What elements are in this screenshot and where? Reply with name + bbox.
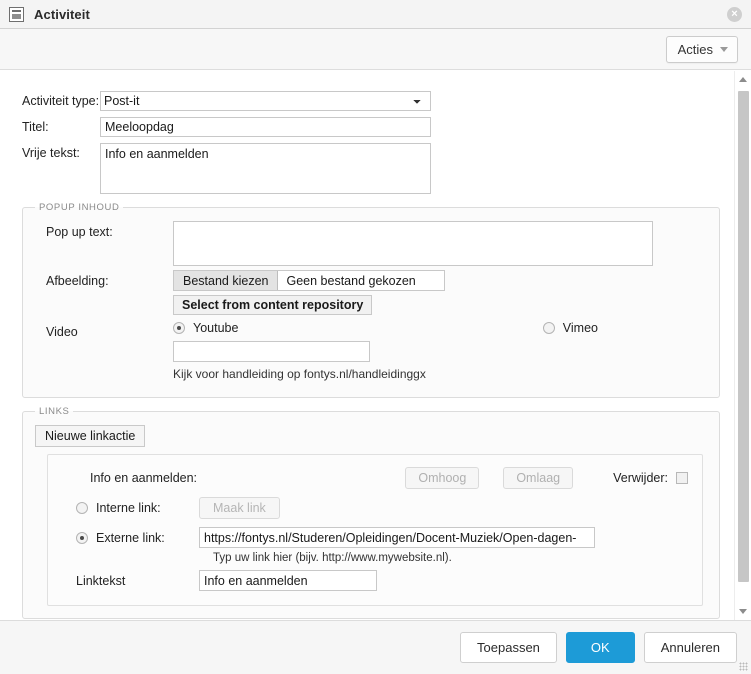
annuleren-button[interactable]: Annuleren (643, 632, 737, 663)
nieuwe-linkactie-button[interactable]: Nieuwe linkactie (35, 425, 146, 447)
acties-dropdown-button[interactable]: Acties (665, 35, 738, 63)
video-option-youtube[interactable]: Youtube (173, 321, 238, 335)
resize-grip-icon[interactable] (739, 662, 748, 671)
activiteit-type-select[interactable]: Post-it (100, 91, 431, 111)
link-card-header: Info en aanmelden: Omhoog Omlaag Verwijd… (62, 467, 688, 489)
select-from-repository-button[interactable]: Select from content repository (173, 295, 373, 315)
ok-button[interactable]: OK (565, 632, 635, 663)
video-hint-text: Kijk voor handleiding op fontys.nl/handl… (173, 367, 426, 381)
activiteit-type-row: Activiteit type: Post-it (22, 91, 720, 111)
vrije-tekst-textarea[interactable] (100, 143, 431, 194)
move-down-button[interactable]: Omlaag (503, 467, 574, 489)
move-up-button[interactable]: Omhoog (405, 467, 480, 489)
maak-link-button[interactable]: Maak link (199, 497, 280, 519)
dialog-content: Activiteit type: Post-it Titel: Vrije te… (0, 71, 751, 620)
window-panel-icon (9, 6, 24, 22)
video-url-input[interactable] (173, 341, 370, 362)
link-item-card: Info en aanmelden: Omhoog Omlaag Verwijd… (47, 454, 703, 606)
video-option-youtube-label: Youtube (193, 321, 239, 335)
radio-vimeo-icon[interactable] (542, 322, 555, 334)
close-icon[interactable]: × (727, 7, 742, 22)
video-option-vimeo[interactable]: Vimeo (542, 321, 598, 335)
acties-label: Acties (677, 41, 713, 57)
video-option-vimeo-label: Vimeo (562, 321, 598, 335)
delete-label: Verwijder: (613, 471, 668, 485)
vrije-tekst-label: Vrije tekst: (22, 146, 80, 160)
video-controls: Youtube Vimeo Kijk voor handleiding op f… (173, 321, 598, 381)
scrollbar-thumb[interactable] (738, 91, 749, 582)
link-card-title: Info en aanmelden: (90, 471, 198, 485)
dialog-title: Activiteit (34, 6, 90, 22)
dialog-footer: Toepassen OK Annuleren (0, 620, 751, 674)
popup-inhoud-legend: POPUP INHOUD (39, 202, 120, 213)
titel-input[interactable] (100, 117, 431, 137)
interne-link-option[interactable]: Interne link: (62, 501, 199, 515)
delete-control: Verwijder: (613, 471, 688, 485)
externe-link-label: Externe link: (96, 530, 165, 545)
links-legend: LINKS (39, 406, 70, 417)
activiteit-type-label: Activiteit type: (22, 94, 100, 108)
actions-toolbar: Acties (0, 29, 751, 70)
video-row: Video Youtube Vimeo Kijk voor handleidin… (33, 321, 709, 381)
pop-up-text-textarea[interactable] (173, 221, 653, 266)
links-panel: LINKS Nieuwe linkactie Info en aanmelden… (22, 406, 720, 619)
externe-link-input[interactable] (199, 527, 595, 548)
titel-row: Titel: (22, 117, 720, 137)
vrije-tekst-row: Vrije tekst: (22, 143, 720, 194)
popup-inhoud-panel: POPUP INHOUD Pop up text: Afbeelding: Be… (22, 202, 720, 398)
externe-link-hint: Typ uw link hier (bijv. http://www.myweb… (213, 552, 452, 564)
toepassen-button[interactable]: Toepassen (460, 632, 557, 663)
scroll-down-icon[interactable] (735, 603, 751, 620)
linktekst-row: Linktekst (62, 570, 688, 591)
video-label: Video (46, 325, 78, 339)
pop-up-text-label: Pop up text: (46, 225, 113, 239)
chevron-down-icon (720, 46, 728, 52)
video-provider-radiogroup: Youtube Vimeo (173, 321, 598, 335)
externe-link-option[interactable]: Externe link: (62, 531, 199, 545)
externe-link-row: Externe link: (62, 527, 688, 548)
afbeelding-label: Afbeelding: (46, 274, 109, 288)
choose-file-button[interactable]: Bestand kiezen (174, 271, 279, 290)
delete-checkbox[interactable] (676, 472, 688, 484)
linktekst-input[interactable] (199, 570, 377, 591)
interne-link-label: Interne link: (96, 501, 161, 515)
afbeelding-row: Afbeelding: Bestand kiezen Geen bestand … (33, 270, 709, 315)
file-status-text: Geen bestand gekozen (286, 273, 416, 288)
radio-externe-link-icon[interactable] (76, 531, 88, 544)
vertical-scrollbar[interactable] (734, 71, 751, 620)
radio-youtube-icon[interactable] (173, 322, 185, 334)
pop-up-text-row: Pop up text: (33, 221, 709, 266)
afbeelding-controls: Bestand kiezen Geen bestand gekozen Sele… (173, 270, 445, 315)
scroll-up-icon[interactable] (735, 71, 751, 88)
dialog-titlebar: Activiteit × (0, 0, 751, 29)
form-scroll-area: Activiteit type: Post-it Titel: Vrije te… (0, 71, 734, 620)
file-input[interactable]: Bestand kiezen Geen bestand gekozen (173, 270, 445, 291)
titel-label: Titel: (22, 120, 49, 134)
linktekst-label: Linktekst (76, 573, 126, 588)
interne-link-row: Interne link: Maak link (62, 497, 688, 519)
radio-interne-link-icon[interactable] (76, 502, 88, 514)
